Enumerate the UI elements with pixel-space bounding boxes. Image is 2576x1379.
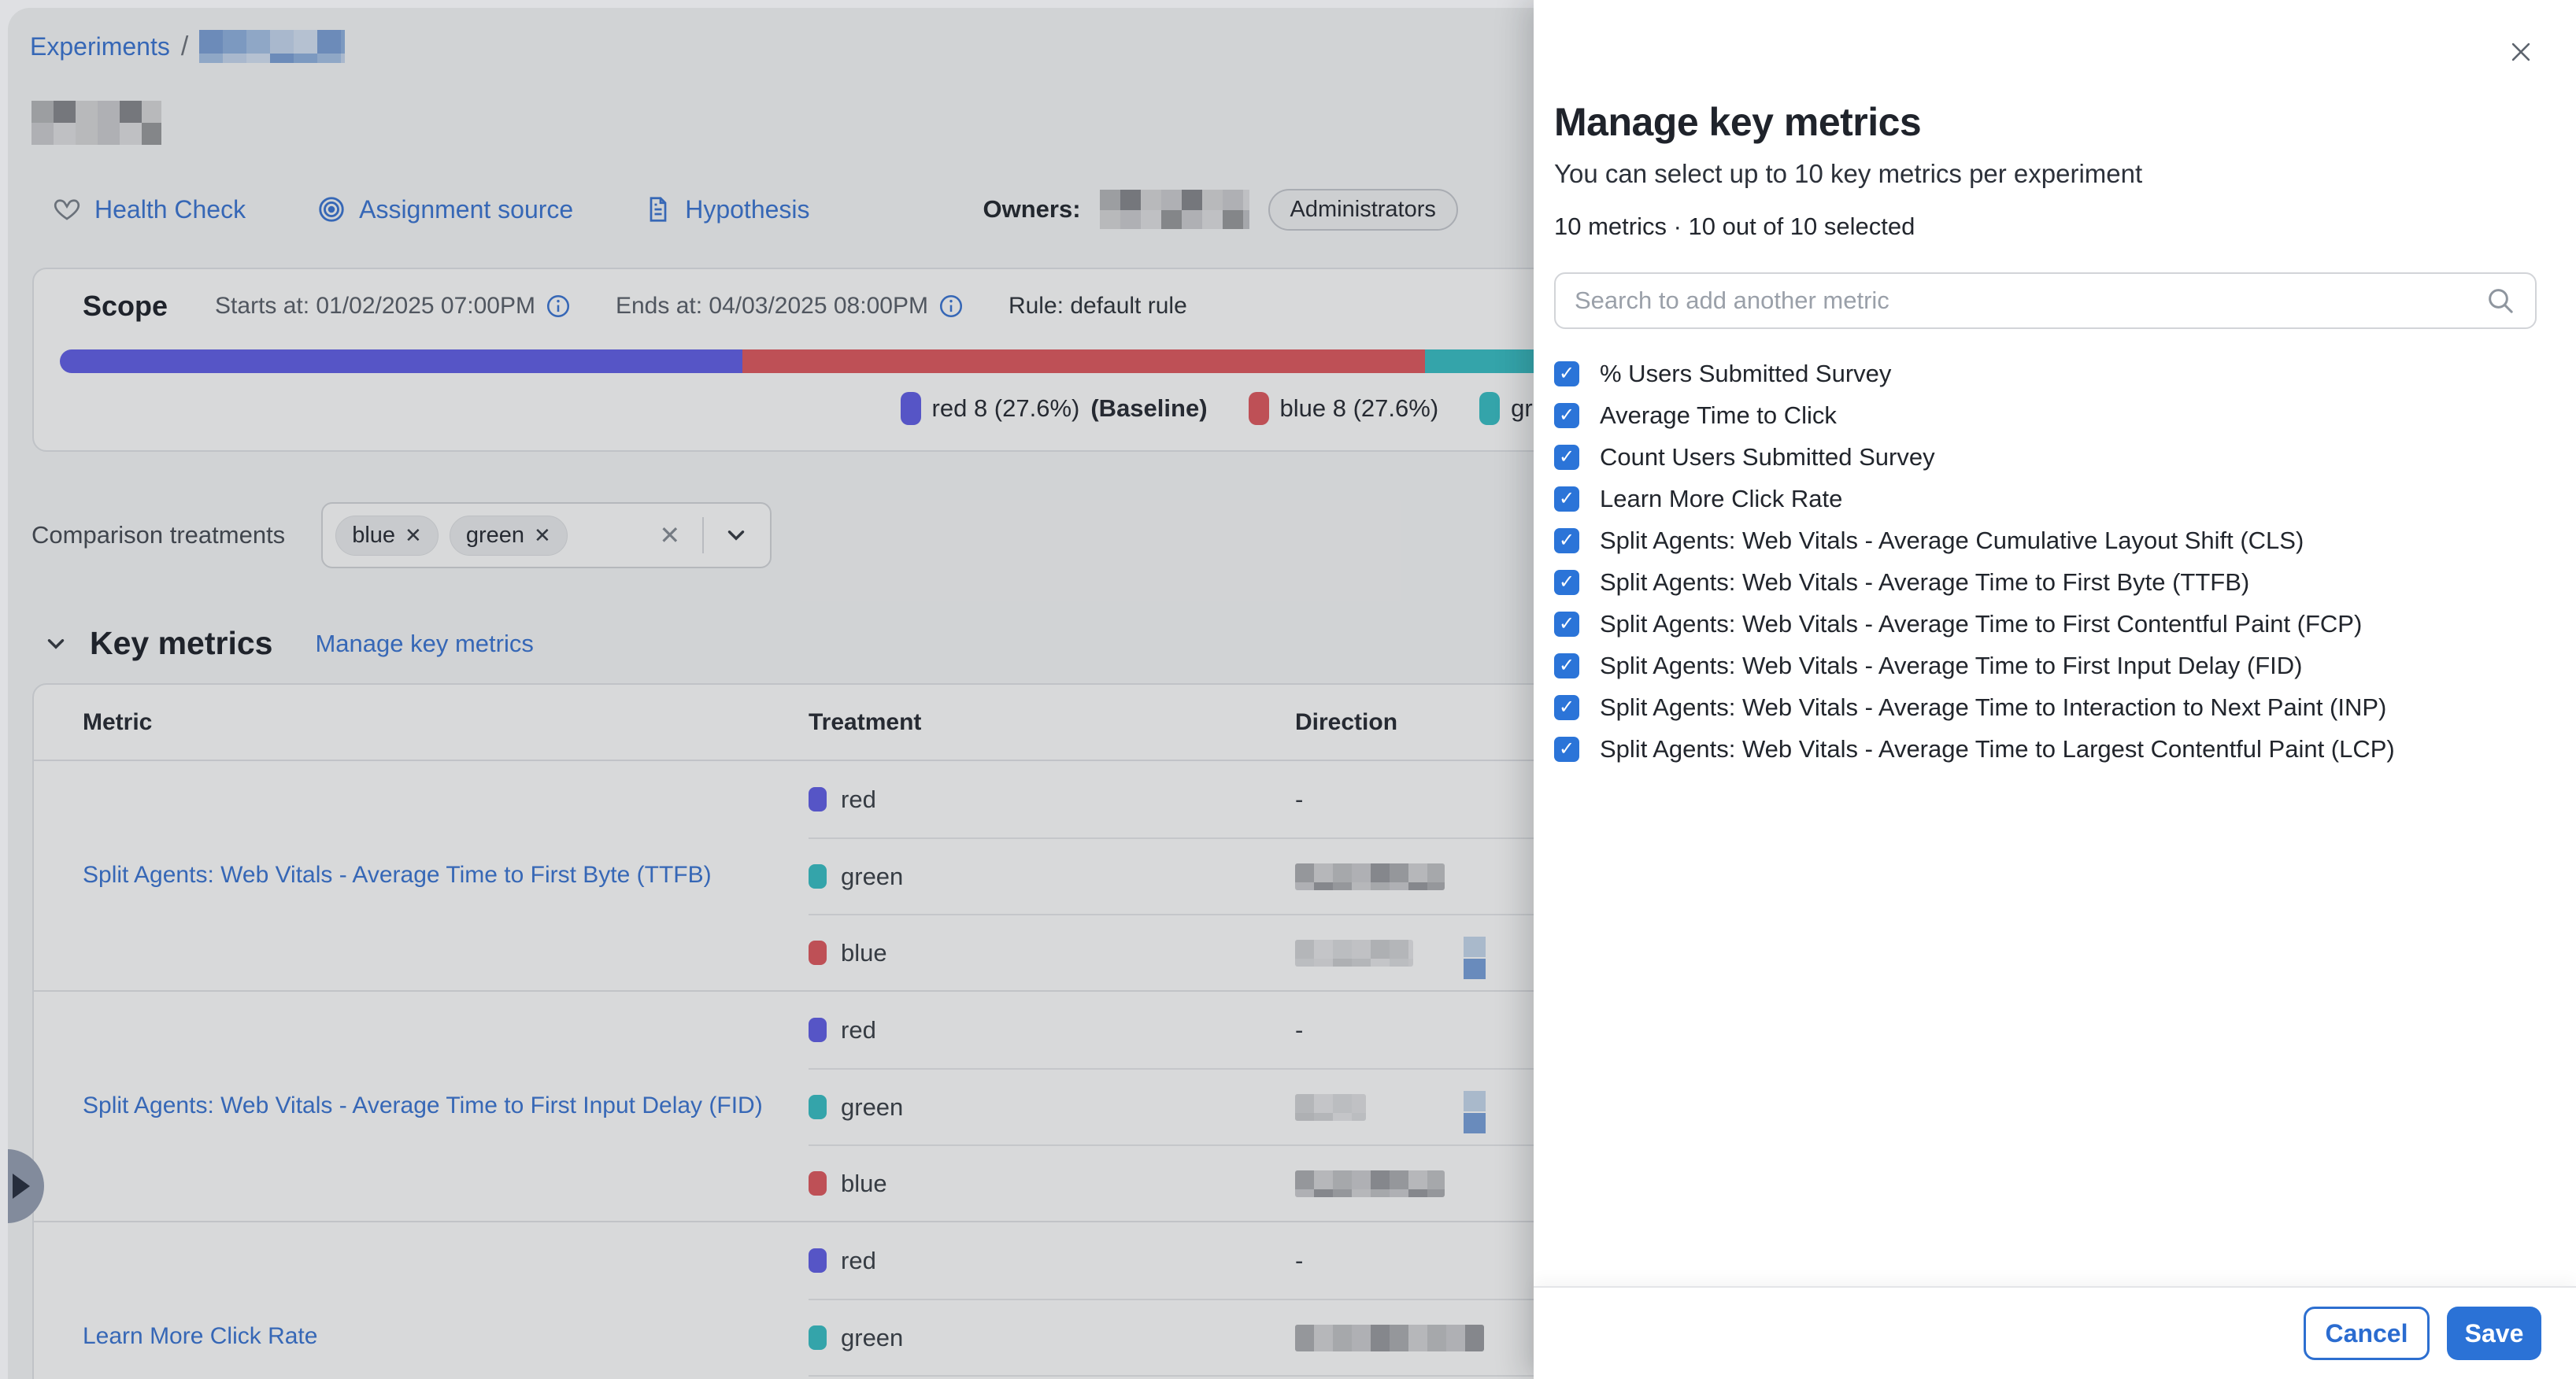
checkbox-checked[interactable]: ✓: [1554, 695, 1579, 720]
app-root: Experiments / Health Check Assignment so…: [0, 0, 2576, 1379]
metric-option-row[interactable]: ✓ Split Agents: Web Vitals - Average Tim…: [1554, 561, 2537, 603]
metric-option-row[interactable]: ✓ Count Users Submitted Survey: [1554, 436, 2537, 478]
metric-option-row[interactable]: ✓ Split Agents: Web Vitals - Average Tim…: [1554, 603, 2537, 645]
metric-option-label: Split Agents: Web Vitals - Average Time …: [1600, 693, 2386, 722]
metric-option-label: Count Users Submitted Survey: [1600, 443, 1935, 471]
metrics-count-status: 10 metrics · 10 out of 10 selected: [1554, 213, 2537, 241]
panel-title: Manage key metrics: [1554, 99, 2537, 145]
close-icon[interactable]: [2504, 35, 2538, 69]
checkbox-checked[interactable]: ✓: [1554, 570, 1579, 595]
save-button[interactable]: Save: [2447, 1307, 2541, 1360]
metric-option-row[interactable]: ✓ Split Agents: Web Vitals - Average Cum…: [1554, 519, 2537, 561]
panel-footer: Cancel Save: [1534, 1286, 2576, 1379]
metric-option-label: % Users Submitted Survey: [1600, 360, 1891, 388]
metric-option-label: Split Agents: Web Vitals - Average Cumul…: [1600, 527, 2304, 555]
metric-checkbox-list: ✓ % Users Submitted Survey ✓ Average Tim…: [1554, 353, 2537, 770]
metric-option-row[interactable]: ✓ Learn More Click Rate: [1554, 478, 2537, 519]
metric-option-label: Split Agents: Web Vitals - Average Time …: [1600, 652, 2302, 680]
metric-search-box: [1554, 272, 2537, 329]
checkbox-checked[interactable]: ✓: [1554, 737, 1579, 762]
metric-option-label: Learn More Click Rate: [1600, 485, 1842, 513]
checkbox-checked[interactable]: ✓: [1554, 612, 1579, 637]
metric-option-row[interactable]: ✓ Split Agents: Web Vitals - Average Tim…: [1554, 645, 2537, 686]
metric-option-label: Split Agents: Web Vitals - Average Time …: [1600, 610, 2362, 638]
checkbox-checked[interactable]: ✓: [1554, 403, 1579, 428]
panel-subtitle: You can select up to 10 key metrics per …: [1554, 159, 2537, 189]
search-icon: [2485, 285, 2516, 316]
metric-option-row[interactable]: ✓ Average Time to Click: [1554, 394, 2537, 436]
cancel-button[interactable]: Cancel: [2304, 1307, 2430, 1360]
checkbox-checked[interactable]: ✓: [1554, 361, 1579, 386]
checkbox-checked[interactable]: ✓: [1554, 445, 1579, 470]
metric-option-row[interactable]: ✓ Split Agents: Web Vitals - Average Tim…: [1554, 686, 2537, 728]
checkbox-checked[interactable]: ✓: [1554, 528, 1579, 553]
metric-option-label: Average Time to Click: [1600, 401, 1837, 430]
metric-option-row[interactable]: ✓ % Users Submitted Survey: [1554, 353, 2537, 394]
metric-search-input[interactable]: [1575, 287, 2485, 315]
checkbox-checked[interactable]: ✓: [1554, 486, 1579, 512]
metric-option-label: Split Agents: Web Vitals - Average Time …: [1600, 568, 2249, 597]
checkbox-checked[interactable]: ✓: [1554, 653, 1579, 678]
manage-key-metrics-panel: Manage key metrics You can select up to …: [1534, 0, 2576, 1379]
metric-option-label: Split Agents: Web Vitals - Average Time …: [1600, 735, 2395, 763]
metric-option-row[interactable]: ✓ Split Agents: Web Vitals - Average Tim…: [1554, 728, 2537, 770]
